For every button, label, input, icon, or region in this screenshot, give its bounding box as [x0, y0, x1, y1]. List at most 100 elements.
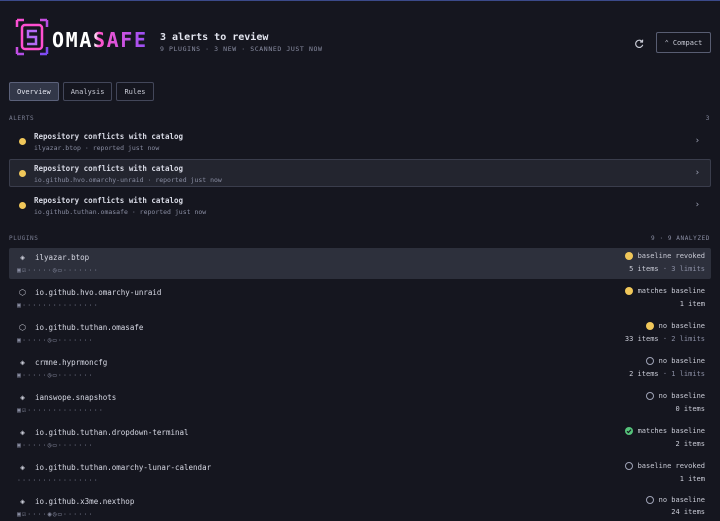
item-count: 2 items — [675, 440, 705, 448]
header: OMASAFE 3 alerts to review 9 PLUGINS · 3… — [0, 1, 720, 73]
alert-item[interactable]: Repository conflicts with catalog ilyaza… — [9, 127, 711, 155]
status-badge: matches baseline — [624, 427, 705, 435]
warning-dot-icon — [19, 170, 26, 177]
limits-text: · 1 limits — [658, 370, 705, 378]
capability-icons: ▣☑····◉◷▭······ — [17, 510, 94, 518]
status-text: baseline revoked — [637, 462, 705, 470]
warning-dot-icon — [624, 287, 633, 295]
status-badge: baseline revoked — [624, 252, 705, 260]
chevron-right-icon: › — [694, 136, 700, 146]
package-icon: ⬡ — [19, 323, 26, 332]
chevron-up-icon: ⌃ — [664, 38, 669, 47]
plugin-name: io.github.hvo.omarchy-unraid — [35, 288, 162, 297]
item-count: 33 items · 2 limits — [625, 335, 705, 343]
warning-dot-icon — [19, 138, 26, 145]
limits-text: · 3 limits — [658, 265, 705, 273]
plugin-row[interactable]: ◈ io.github.tuthan.dropdown-terminal ▣··… — [9, 423, 711, 454]
tab-overview[interactable]: Overview — [9, 82, 59, 101]
empty-circle-icon — [645, 392, 654, 400]
logo-text: OMASAFE — [52, 28, 146, 52]
status-badge: baseline revoked — [624, 462, 705, 470]
compact-button[interactable]: ⌃ Compact — [656, 32, 711, 53]
items-text: 1 item — [679, 300, 705, 308]
git-icon: ◈ — [20, 253, 25, 262]
warning-dot-icon — [19, 202, 26, 209]
plugin-name: io.github.tuthan.dropdown-terminal — [35, 428, 189, 437]
git-icon: ◈ — [20, 428, 25, 437]
status-text: baseline revoked — [637, 252, 705, 260]
plugin-row[interactable]: ⬡ io.github.hvo.omarchy-unraid ▣········… — [9, 283, 711, 314]
status-badge: no baseline — [645, 322, 705, 330]
plugins-section-label: PLUGINS — [9, 235, 39, 242]
items-text: 33 items — [624, 335, 659, 343]
capability-icons: ▣·····◷▭······· — [17, 441, 94, 449]
item-count: 24 items — [671, 508, 705, 516]
items-text: 0 items — [675, 405, 705, 413]
alert-item[interactable]: Repository conflicts with catalog io.git… — [9, 191, 711, 219]
alerts-count: 3 — [705, 115, 710, 122]
status-text: no baseline — [658, 357, 705, 365]
refresh-icon — [634, 39, 643, 48]
item-count: 2 items · 1 limits — [629, 370, 705, 378]
git-icon: ◈ — [20, 393, 25, 402]
plugin-row[interactable]: ◈ ianswope.snapshots ▣☑··············· n… — [9, 388, 711, 419]
status-text: matches baseline — [637, 427, 705, 435]
capability-icons: ▣·····◷▭······· — [17, 336, 94, 344]
tab-analysis[interactable]: Analysis — [62, 82, 113, 101]
alert-subtitle: ilyazar.btop · reported just now — [34, 144, 160, 152]
tab-rules[interactable]: Rules — [116, 82, 154, 101]
page-title: 3 alerts to review — [160, 32, 269, 43]
plugin-row[interactable]: ◈ crmne.hyprmoncfg ▣·····◷▭······· no ba… — [9, 353, 711, 384]
item-count: 0 items — [675, 405, 705, 413]
status-badge: matches baseline — [624, 287, 705, 295]
plugin-name: ilyazar.btop — [35, 253, 90, 262]
status-text: no baseline — [658, 322, 705, 330]
plugin-row[interactable]: ◈ io.github.tuthan.omarchy-lunar-calenda… — [9, 458, 711, 489]
alert-subtitle: io.github.hvo.omarchy-unraid · reported … — [34, 176, 222, 184]
omasafe-logo: OMASAFE — [15, 18, 146, 56]
empty-circle-icon — [645, 496, 654, 504]
capability-icons: ▣·····◷▭······· — [17, 371, 94, 379]
status-text: no baseline — [658, 496, 705, 504]
status-badge: no baseline — [645, 496, 705, 504]
capability-icons: ▣☑··············· — [17, 406, 104, 414]
alert-title: Repository conflicts with catalog — [34, 132, 184, 141]
status-badge: no baseline — [645, 392, 705, 400]
alert-title: Repository conflicts with catalog — [34, 196, 184, 205]
items-text: 2 items — [629, 370, 659, 378]
tab-bar: Overview Analysis Rules — [9, 82, 154, 101]
plugins-count: 9 · 9 ANALYZED — [651, 235, 710, 242]
item-count: 5 items · 3 limits — [629, 265, 705, 273]
plugin-name: crmne.hyprmoncfg — [35, 358, 108, 367]
empty-circle-icon — [645, 357, 654, 365]
git-icon: ◈ — [20, 358, 25, 367]
plugin-row[interactable]: ◈ ilyazar.btop ▣☑·····◷▭······· baseline… — [9, 248, 711, 279]
warning-dot-icon — [645, 322, 654, 330]
capability-icons: ▣··············· — [17, 301, 99, 309]
alerts-section-label: ALERTS — [9, 115, 35, 122]
item-count: 1 item — [680, 300, 705, 308]
alert-title: Repository conflicts with catalog — [34, 164, 184, 173]
page-subtitle: 9 PLUGINS · 3 NEW · SCANNED JUST NOW — [160, 45, 323, 53]
status-badge: no baseline — [645, 357, 705, 365]
plugin-row[interactable]: ◈ io.github.x3me.nexthop ▣☑····◉◷▭······… — [9, 492, 711, 521]
plugin-name: io.github.x3me.nexthop — [35, 497, 135, 506]
plugin-name: ianswope.snapshots — [35, 393, 117, 402]
warning-dot-icon — [624, 252, 633, 260]
compact-label: Compact — [672, 38, 703, 47]
capability-icons: ▣☑·····◷▭······· — [17, 266, 99, 274]
plugin-row[interactable]: ⬡ io.github.tuthan.omasafe ▣·····◷▭·····… — [9, 318, 711, 349]
alert-subtitle: io.github.tuthan.omasafe · reported just… — [34, 208, 207, 216]
chevron-right-icon: › — [694, 168, 700, 178]
alert-item[interactable]: Repository conflicts with catalog io.git… — [9, 159, 711, 187]
refresh-button[interactable] — [630, 34, 648, 52]
git-icon: ◈ — [20, 463, 25, 472]
plugin-name: io.github.tuthan.omarchy-lunar-calendar — [35, 463, 212, 472]
git-icon: ◈ — [20, 497, 25, 506]
items-text: 5 items — [629, 265, 659, 273]
plugin-name: io.github.tuthan.omasafe — [35, 323, 144, 332]
check-circle-icon — [624, 427, 633, 435]
capability-icons: ················ — [17, 476, 99, 484]
status-text: matches baseline — [637, 287, 705, 295]
items-text: 24 items — [671, 508, 705, 516]
